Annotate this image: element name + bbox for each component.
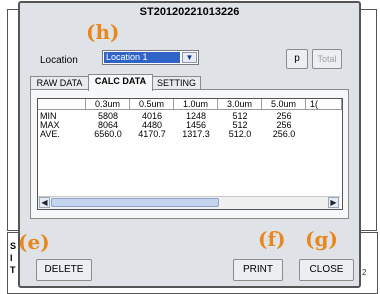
chevron-down-icon[interactable]: ▼	[182, 52, 197, 63]
scroll-left-icon[interactable]: ◀	[39, 197, 50, 208]
annotation-marker-f: (f)	[258, 227, 286, 251]
horizontal-scrollbar[interactable]: ◀ ▶	[38, 196, 340, 209]
calc-data-panel: 0.3um 0.5um 1.0um 3.0um 5.0um 1( MIN 580…	[30, 89, 349, 219]
scrollbar-thumb[interactable]	[51, 198, 219, 207]
p-button[interactable]: p	[286, 49, 308, 69]
table-header-cell: 3.0um	[218, 99, 262, 110]
table-cell: 256.0	[272, 129, 296, 139]
annotation-marker-g: (g)	[305, 227, 338, 251]
table-header-cell: 5.0um	[262, 99, 306, 110]
table-header-cell: 1.0um	[174, 99, 218, 110]
tab-setting[interactable]: SETTING	[152, 76, 201, 90]
table-header-cell: 0.3um	[86, 99, 130, 110]
print-button[interactable]: PRINT	[233, 259, 283, 281]
dialog-title: ST20120221013226	[139, 6, 240, 18]
tab-raw-data[interactable]: RAW DATA	[30, 76, 89, 90]
close-button[interactable]: CLOSE	[299, 259, 354, 281]
location-selected-value: Location 1	[104, 52, 180, 63]
location-label: Location	[40, 55, 78, 66]
table-header-row: 0.3um 0.5um 1.0um 3.0um 5.0um 1(	[38, 99, 342, 110]
location-dropdown[interactable]: Location 1 ▼	[102, 50, 199, 65]
table-row: MIN 5808 4016 1248 512 256	[38, 112, 306, 121]
tab-calc-data[interactable]: CALC DATA	[88, 74, 153, 91]
data-table: 0.3um 0.5um 1.0um 3.0um 5.0um 1( MIN 580…	[37, 98, 343, 210]
annotation-marker-e: (e)	[18, 230, 50, 254]
scroll-right-icon[interactable]: ▶	[328, 197, 339, 208]
annotation-marker-h: (h)	[86, 20, 120, 44]
background-text-fragment: S I T	[10, 241, 17, 275]
total-button[interactable]: Total	[312, 49, 342, 69]
table-header-cell	[38, 99, 86, 110]
background-digit-fragment: 2	[362, 268, 367, 277]
table-cell: 6560.0	[94, 129, 122, 139]
table-header-cell: 1(	[306, 99, 342, 110]
table-row: AVE. 6560.0 4170.7 1317.3 512.0 256.0	[38, 130, 306, 139]
table-cell: 512.0	[228, 129, 252, 139]
table-row: MAX 8064 4480 1456 512 256	[38, 121, 306, 130]
table-cell: 4170.7	[138, 129, 166, 139]
delete-button[interactable]: DELETE	[36, 259, 92, 281]
table-header-cell: 0.5um	[130, 99, 174, 110]
row-label: AVE.	[40, 129, 60, 139]
table-cell: 1317.3	[182, 129, 210, 139]
